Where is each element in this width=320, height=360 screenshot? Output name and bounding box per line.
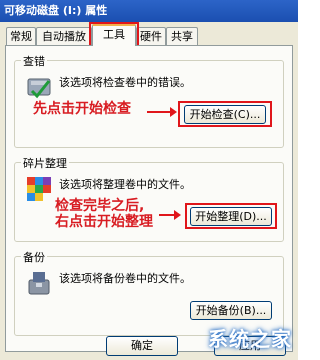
site-watermark: 系统之家 xyxy=(208,327,292,351)
start-check-button[interactable]: 开始检查(C)... xyxy=(184,105,266,124)
check-arrow xyxy=(147,107,177,117)
properties-dialog: 常规 自动播放 工具 硬件 共享 查错 该选项将检查卷中的错误。 先点击开始检查… xyxy=(0,22,298,360)
defrag-group-description: 该选项将整理卷中的文件。 xyxy=(59,178,191,191)
backup-icon xyxy=(28,272,50,295)
tab-sharing[interactable]: 共享 xyxy=(166,27,198,45)
tab-general[interactable]: 常规 xyxy=(6,27,36,45)
start-backup-button[interactable]: 开始备份(B)... xyxy=(190,301,272,320)
backup-group-description: 该选项将备份卷中的文件。 xyxy=(59,272,191,285)
check-group: 查错 该选项将检查卷中的错误。 先点击开始检查 开始检查(C)... xyxy=(14,53,284,148)
defrag-annotation-line-2: 右点击开始整理 xyxy=(55,214,153,230)
start-defrag-button[interactable]: 开始整理(D)... xyxy=(190,207,272,226)
check-annotation: 先点击开始检查 xyxy=(33,101,131,117)
defrag-annotation-line-1: 检查完毕之后, xyxy=(55,198,145,214)
ok-button[interactable]: 确定 xyxy=(106,336,178,356)
tab-hardware[interactable]: 硬件 xyxy=(136,27,166,45)
window-title: 可移动磁盘 (I:) 属性 xyxy=(0,0,298,22)
defrag-group-title: 碎片整理 xyxy=(21,155,69,171)
tools-panel: 查错 该选项将检查卷中的错误。 先点击开始检查 开始检查(C)... 碎片整理 … xyxy=(5,45,293,352)
backup-group-title: 备份 xyxy=(21,249,47,265)
tab-autoplay[interactable]: 自动播放 xyxy=(36,27,92,45)
check-group-title: 查错 xyxy=(21,53,47,69)
defrag-group: 碎片整理 该选项将整理卷中的文件。 检查完毕之后, 右点击开始整理 开始整理(D… xyxy=(14,155,284,242)
disk-check-icon xyxy=(27,78,51,99)
check-group-description: 该选项将检查卷中的错误。 xyxy=(59,76,191,89)
defrag-arrow xyxy=(159,210,181,220)
tab-tools[interactable]: 工具 xyxy=(92,24,136,46)
defrag-icon xyxy=(27,177,51,201)
